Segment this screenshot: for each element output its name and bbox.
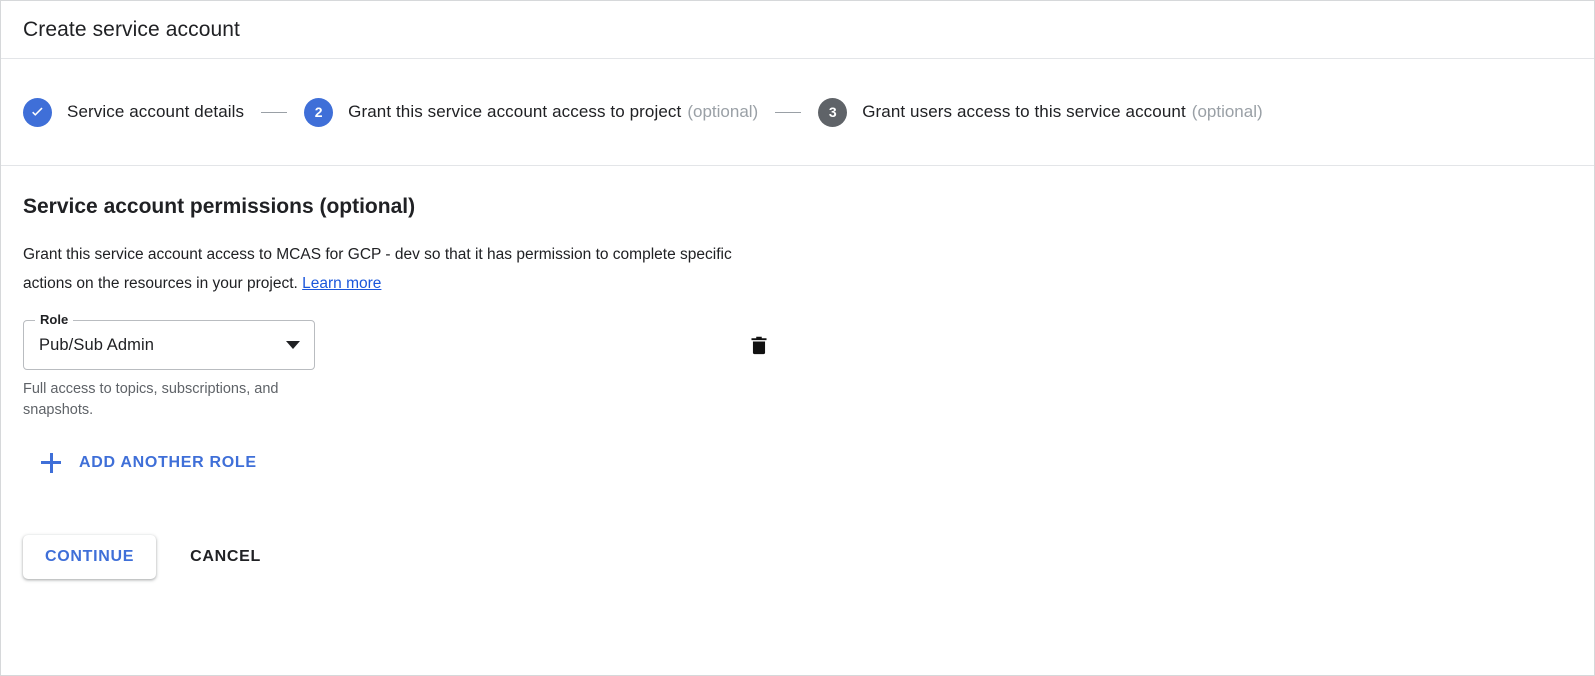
section-heading: Service account permissions (optional)	[23, 195, 416, 218]
step-connector-1	[261, 111, 288, 113]
step-optional-tag-2: (optional)	[687, 102, 759, 121]
wizard-stepper: Service account details 2 Grant this ser…	[1, 59, 1594, 166]
create-service-account-dialog: Create service account Service account d…	[0, 0, 1595, 676]
cancel-button[interactable]: CANCEL	[190, 535, 261, 579]
role-row: Role Pub/Sub Admin Full access to topics…	[23, 312, 1572, 421]
step-label-grant-access-to-project: Grant this service account access to pro…	[348, 102, 682, 121]
section-description: Grant this service account access to MCA…	[23, 240, 763, 298]
chevron-down-icon	[286, 341, 300, 349]
dialog-header: Create service account	[1, 1, 1594, 59]
step-label-grant-users-access: Grant users access to this service accou…	[862, 102, 1186, 121]
add-another-role-button[interactable]: ADD ANOTHER ROLE	[41, 447, 265, 479]
dialog-actions: CONTINUE CANCEL	[23, 535, 1572, 579]
delete-role-button[interactable]	[742, 329, 776, 363]
step-badge-2: 2	[304, 97, 334, 127]
step-grant-access-to-project[interactable]: 2 Grant this service account access to p…	[304, 97, 759, 127]
learn-more-link[interactable]: Learn more	[302, 275, 381, 292]
role-select[interactable]: Role Pub/Sub Admin	[23, 312, 315, 370]
role-helper-text: Full access to topics, subscriptions, an…	[23, 381, 279, 418]
page-title: Create service account	[23, 17, 240, 41]
role-select-value: Pub/Sub Admin	[39, 335, 155, 354]
dialog-body: Service account permissions (optional) G…	[1, 166, 1594, 579]
step-badge-complete	[23, 97, 52, 127]
add-another-role-label: ADD ANOTHER ROLE	[79, 454, 257, 471]
step-service-account-details[interactable]: Service account details	[23, 97, 245, 127]
plus-icon	[41, 453, 61, 473]
continue-button[interactable]: CONTINUE	[23, 535, 157, 579]
step-label-service-account-details: Service account details	[67, 102, 245, 121]
role-select-label: Role	[35, 312, 74, 328]
trash-icon	[748, 333, 770, 360]
role-field-wrapper: Role Pub/Sub Admin Full access to topics…	[23, 312, 315, 421]
step-optional-tag-3: (optional)	[1191, 102, 1263, 121]
step-badge-3: 3	[818, 97, 848, 127]
step-connector-2	[775, 111, 802, 113]
step-grant-users-access[interactable]: 3 Grant users access to this service acc…	[818, 97, 1263, 127]
